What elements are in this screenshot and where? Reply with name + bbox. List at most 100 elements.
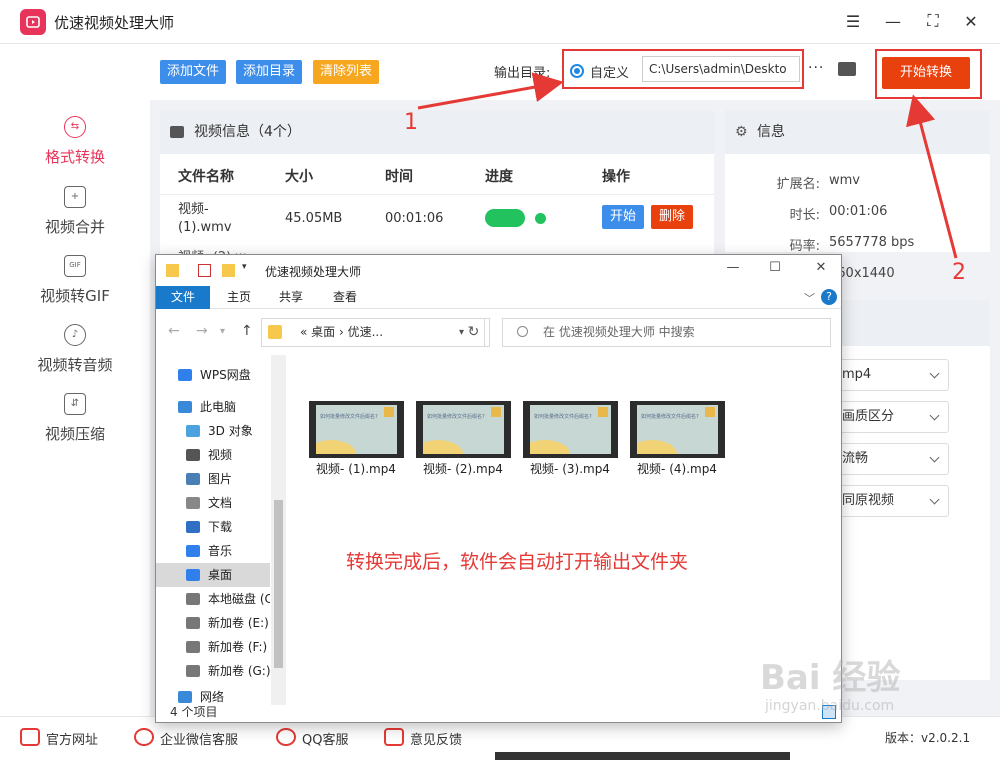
- feedback-link[interactable]: 意见反馈: [384, 728, 463, 748]
- thumbnail-wave: [530, 440, 570, 454]
- tree-item[interactable]: 本地磁盘 (C:): [156, 587, 270, 611]
- speed-select[interactable]: 流畅: [829, 443, 949, 475]
- tree-item[interactable]: 视频: [156, 443, 270, 467]
- open-folder-icon[interactable]: [838, 62, 856, 76]
- file-time-cell: 00:01:06: [385, 211, 444, 226]
- ex-maximize-icon[interactable]: ☐: [765, 260, 785, 275]
- quality-select[interactable]: 画质区分: [829, 401, 949, 433]
- maximize-icon[interactable]: ⛶: [922, 10, 944, 32]
- tree-item-icon: [186, 497, 200, 509]
- ribbon-expand-icon[interactable]: ﹀: [804, 290, 815, 306]
- tab-view[interactable]: 查看: [320, 286, 370, 309]
- website-label: 官方网址: [46, 733, 99, 748]
- dropdown-icon[interactable]: ▾: [242, 262, 250, 275]
- sidebar-item-merge[interactable]: + 视频合并: [0, 186, 150, 246]
- qq-icon: [276, 728, 296, 746]
- ex-close-icon[interactable]: ✕: [811, 260, 831, 275]
- tab-file[interactable]: 文件: [156, 286, 210, 309]
- tab-home[interactable]: 主页: [214, 286, 264, 309]
- custom-radio[interactable]: [570, 64, 584, 78]
- wechat-link[interactable]: 企业微信客服: [134, 728, 238, 748]
- scroll-thumb[interactable]: [274, 500, 283, 668]
- tree-item[interactable]: 下载: [156, 515, 270, 539]
- tree-item[interactable]: 3D 对象: [156, 419, 270, 443]
- tab-share[interactable]: 共享: [266, 286, 316, 309]
- tree-item-icon: [186, 641, 200, 653]
- ex-minimize-icon[interactable]: —: [723, 260, 743, 275]
- help-icon[interactable]: ?: [821, 289, 837, 305]
- tree-item[interactable]: 图片: [156, 467, 270, 491]
- properties-icon[interactable]: [198, 264, 211, 277]
- new-folder-icon[interactable]: [222, 264, 235, 277]
- tree-scrollbar[interactable]: [271, 355, 286, 705]
- feedback-label: 意见反馈: [410, 733, 463, 748]
- tree-item[interactable]: 桌面: [156, 563, 270, 587]
- tree-item-label: 网络: [200, 690, 225, 704]
- search-placeholder: 在 优速视频处理大师 中搜索: [543, 325, 695, 339]
- thumbnail-wave: [316, 440, 356, 454]
- qq-label: QQ客服: [302, 733, 349, 748]
- clear-list-button[interactable]: 清除列表: [313, 60, 380, 84]
- search-input[interactable]: 在 优速视频处理大师 中搜索: [502, 318, 831, 347]
- picture-icon: [170, 126, 184, 138]
- tree-item[interactable]: WPS网盘: [156, 363, 270, 387]
- recent-icon[interactable]: ▾: [220, 326, 225, 337]
- website-link[interactable]: 官方网址: [20, 728, 99, 748]
- sidebar-item-compress[interactable]: ⇵ 视频压缩: [0, 393, 150, 453]
- row-start-button[interactable]: 开始: [602, 205, 645, 229]
- start-convert-button[interactable]: 开始转换: [882, 57, 970, 89]
- tree-item[interactable]: 新加卷 (F:): [156, 635, 270, 659]
- tree-item[interactable]: 新加卷 (E:): [156, 611, 270, 635]
- tree-item-label: 文档: [208, 496, 233, 510]
- file-item[interactable]: 如何批量修改文件后缀名? 视频- (4).mp4: [622, 395, 725, 480]
- sidebar-item-label: 视频合并: [44, 218, 105, 236]
- completion-message: 转换完成后，软件会自动打开输出文件夹: [346, 551, 689, 573]
- menu-icon[interactable]: ☰: [842, 10, 864, 32]
- col-progress: 进度: [485, 169, 513, 185]
- tree-item-label: 视频: [208, 448, 233, 462]
- minimize-icon[interactable]: —: [882, 10, 904, 32]
- sidebar-item-format[interactable]: ⇆ 格式转换: [0, 116, 150, 176]
- refresh-icon[interactable]: ↻: [458, 318, 490, 347]
- nav-row: ← → ▾ ↑ « 桌面 › 优速... ▾ ↻ 在 优速视频处理大师 中搜索: [156, 309, 841, 355]
- forward-icon[interactable]: →: [196, 323, 208, 339]
- thumbnail-screen: 如何批量修改文件后缀名?: [316, 405, 397, 454]
- tree-item-icon: [186, 449, 200, 461]
- tree-item[interactable]: 音乐: [156, 539, 270, 563]
- thumbnail-accent: [705, 407, 715, 417]
- more-button[interactable]: ···: [808, 60, 824, 76]
- file-name: 视频- (2).mp4: [423, 462, 503, 476]
- qq-link[interactable]: QQ客服: [276, 728, 349, 748]
- row-delete-button[interactable]: 删除: [651, 205, 694, 229]
- back-icon[interactable]: ←: [168, 323, 180, 339]
- tree-item-icon: [186, 617, 200, 629]
- add-dir-button[interactable]: 添加目录: [236, 60, 303, 84]
- sidebar-item-gif[interactable]: GIF 视频转GIF: [0, 255, 150, 315]
- close-icon[interactable]: ✕: [960, 10, 982, 32]
- annotation-1: 1: [404, 110, 418, 135]
- tree-item[interactable]: 此电脑: [156, 395, 270, 419]
- up-icon[interactable]: ↑: [241, 323, 253, 339]
- format-select[interactable]: mp4: [829, 359, 949, 391]
- thumbnail-wave: [637, 440, 677, 454]
- col-action: 操作: [602, 169, 630, 185]
- file-item[interactable]: 如何批量修改文件后缀名? 视频- (3).mp4: [515, 395, 618, 480]
- watermark: Bai 经验: [760, 658, 901, 698]
- address-bar[interactable]: « 桌面 › 优速... ▾: [261, 318, 485, 347]
- file-item[interactable]: 如何批量修改文件后缀名? 视频- (1).mp4: [301, 395, 404, 480]
- website-icon: [20, 728, 40, 746]
- file-name-cell: 视频- (1).wmv: [178, 202, 232, 235]
- tree-item-label: 3D 对象: [208, 424, 253, 438]
- output-path-input[interactable]: C:\Users\admin\Deskto: [642, 56, 800, 82]
- tree-item[interactable]: 新加卷 (G:): [156, 659, 270, 683]
- video-panel-title: 视频信息（4个）: [194, 124, 301, 140]
- tree-item[interactable]: 文档: [156, 491, 270, 515]
- sidebar-item-audio[interactable]: ♪ 视频转音频: [0, 324, 150, 384]
- tree-item[interactable]: 网络: [156, 685, 270, 705]
- info-value: wmv: [829, 173, 860, 188]
- add-file-button[interactable]: 添加文件: [160, 60, 227, 84]
- file-item[interactable]: 如何批量修改文件后缀名? 视频- (2).mp4: [408, 395, 511, 480]
- mode-select[interactable]: 同原视频: [829, 485, 949, 517]
- address-text: « 桌面 › 优速...: [300, 325, 384, 339]
- wechat-icon: [134, 728, 154, 746]
